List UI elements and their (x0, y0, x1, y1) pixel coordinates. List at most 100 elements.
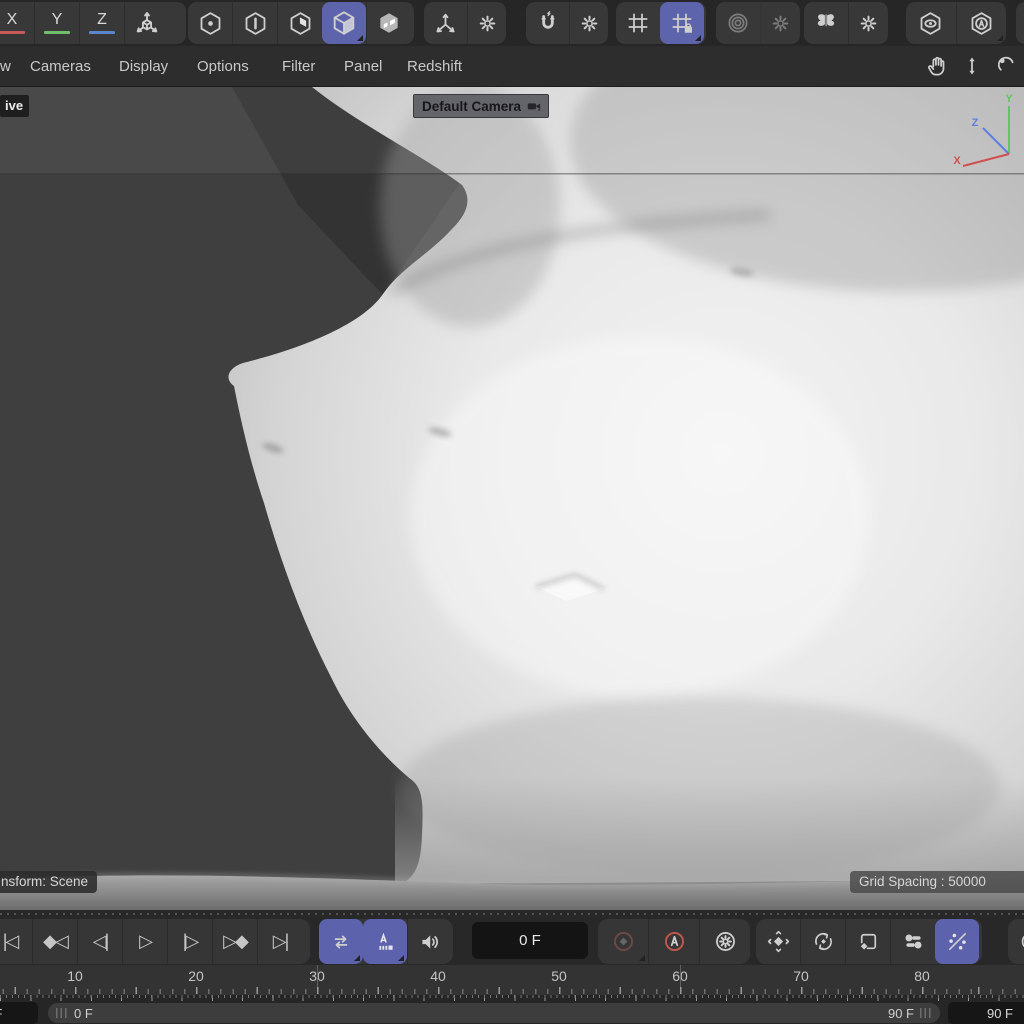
move-tool-icon (432, 10, 459, 37)
autokey-button[interactable] (648, 919, 699, 964)
menu-display[interactable]: Display (119, 46, 168, 86)
quantize-button[interactable] (660, 2, 704, 44)
play-mode-button[interactable] (363, 919, 407, 964)
range-end-label: 90 F (888, 1006, 914, 1021)
menu-filter[interactable]: Filter (282, 46, 315, 86)
camera-name-label[interactable]: Default Camera (413, 94, 549, 118)
ruler-tick-label: 70 (793, 968, 809, 984)
axis-modification-button[interactable] (424, 2, 467, 44)
menu-cameras[interactable]: Cameras (30, 46, 91, 86)
grid-spacing-label: Grid Spacing : 50000 (850, 871, 1024, 893)
grid-snap-button[interactable] (616, 2, 660, 44)
top-toolbar: X Y Z (0, 0, 1024, 46)
3d-viewport[interactable]: ive Default Camera Y Z X nsform: Scene G… (0, 87, 1024, 910)
texture-mode-button[interactable] (366, 2, 411, 44)
rotate-view-icon[interactable] (994, 53, 1020, 79)
key-filter-toggle[interactable] (890, 919, 935, 964)
clipped-anim-button[interactable] (1008, 919, 1024, 964)
viewport-override-button[interactable] (956, 2, 1007, 44)
range-right-grip[interactable] (920, 1008, 932, 1018)
points-mode-button[interactable] (188, 2, 232, 44)
axis-x-label: X (7, 12, 18, 28)
range-start-field[interactable]: 0 F (0, 1002, 38, 1024)
prev-key-button[interactable]: ◆◁ (32, 919, 77, 964)
keyframe-settings-button[interactable] (699, 919, 750, 964)
axis-z-underline (89, 31, 115, 34)
modeling-rings-button[interactable] (716, 2, 760, 44)
goto-start-button[interactable]: |◁ (0, 919, 32, 964)
coordinate-system-button[interactable] (124, 2, 169, 44)
gizmo-x-label: X (953, 155, 961, 167)
axis-z-label: Z (97, 12, 107, 28)
gizmo-z-label: Z (972, 117, 979, 129)
key-parameter-toggle[interactable] (845, 919, 890, 964)
quantize-grid-icon (669, 10, 695, 36)
symmetry-toggle-button[interactable] (804, 2, 848, 44)
autokey-a-icon (661, 928, 688, 955)
rotation-key-icon (811, 929, 836, 954)
gear-icon (477, 13, 498, 34)
ruler-tick-label: 40 (430, 968, 446, 984)
menu-redshift[interactable]: Redshift (407, 46, 462, 86)
keyframe-gear-icon (712, 928, 739, 955)
timeline-ruler[interactable]: 10 20 30 40 50 60 70 80 (0, 965, 1024, 995)
points-mode-icon (197, 10, 224, 37)
edges-mode-button[interactable] (232, 2, 277, 44)
current-frame-field[interactable]: 0 F (472, 922, 588, 959)
next-frame-button[interactable]: |▷ (167, 919, 212, 964)
model-mode-button[interactable] (322, 2, 366, 44)
symmetry-settings-button[interactable] (848, 2, 887, 44)
lock-x-axis-button[interactable]: X (0, 2, 34, 44)
snap-settings-button[interactable] (569, 2, 608, 44)
transform-status-label: nsform: Scene (0, 871, 97, 893)
snap-toggle-button[interactable] (526, 2, 569, 44)
clipped-toolbar-button[interactable] (1016, 2, 1024, 44)
lock-z-axis-button[interactable]: Z (79, 2, 124, 44)
scene-render (0, 87, 1024, 910)
loop-playback-button[interactable] (319, 919, 363, 964)
menu-panel[interactable]: Panel (344, 46, 382, 86)
view-name-label[interactable]: ive (0, 95, 29, 117)
range-end-field[interactable]: 90 F (948, 1002, 1024, 1024)
ruler-tick-label: 20 (188, 968, 204, 984)
axis-y-label: Y (52, 12, 63, 28)
axis-y-underline (44, 31, 70, 34)
model-mode-icon (330, 9, 358, 37)
divider-dots (0, 913, 1024, 915)
preview-range-slider[interactable]: 0 F 90 F (48, 1003, 940, 1023)
grid-icon (625, 10, 651, 36)
keyframe-a-icon (372, 929, 398, 955)
goto-end-button[interactable]: ▷| (257, 919, 302, 964)
axis-settings-button[interactable] (467, 2, 506, 44)
preview-range-bar: 0 F 0 F 90 F 90 F (0, 995, 1024, 1024)
record-icon (610, 928, 637, 955)
key-rotation-toggle[interactable] (800, 919, 845, 964)
position-key-icon (766, 929, 791, 954)
range-minor-ticks (0, 995, 1024, 998)
prev-frame-button[interactable]: ◁| (77, 919, 122, 964)
pla-icon (945, 929, 970, 954)
point-level-animation-toggle[interactable] (935, 919, 979, 964)
gear-icon (858, 13, 879, 34)
polygons-mode-button[interactable] (277, 2, 322, 44)
polygons-mode-icon (287, 10, 314, 37)
record-keyframe-button[interactable] (598, 919, 648, 964)
sound-toggle-button[interactable] (407, 919, 452, 964)
menu-view[interactable]: w (0, 46, 11, 86)
ruler-major-ticks (0, 987, 1024, 994)
range-start-label: 0 F (74, 1006, 93, 1021)
snap-magnet-icon (535, 10, 561, 36)
pan-view-icon[interactable] (924, 53, 950, 79)
lock-y-axis-button[interactable]: Y (34, 2, 79, 44)
viewport-override-a-icon (968, 10, 995, 37)
viewport-solo-button[interactable] (906, 2, 956, 44)
zoom-view-icon[interactable] (959, 53, 985, 79)
key-position-toggle[interactable] (756, 919, 800, 964)
play-button[interactable]: ▷ (122, 919, 167, 964)
gear-icon (770, 13, 791, 34)
modeling-settings-button[interactable] (760, 2, 799, 44)
ruler-tick-label: 50 (551, 968, 567, 984)
next-key-button[interactable]: ▷◆ (212, 919, 257, 964)
menu-options[interactable]: Options (197, 46, 249, 86)
range-left-grip[interactable] (56, 1008, 68, 1018)
